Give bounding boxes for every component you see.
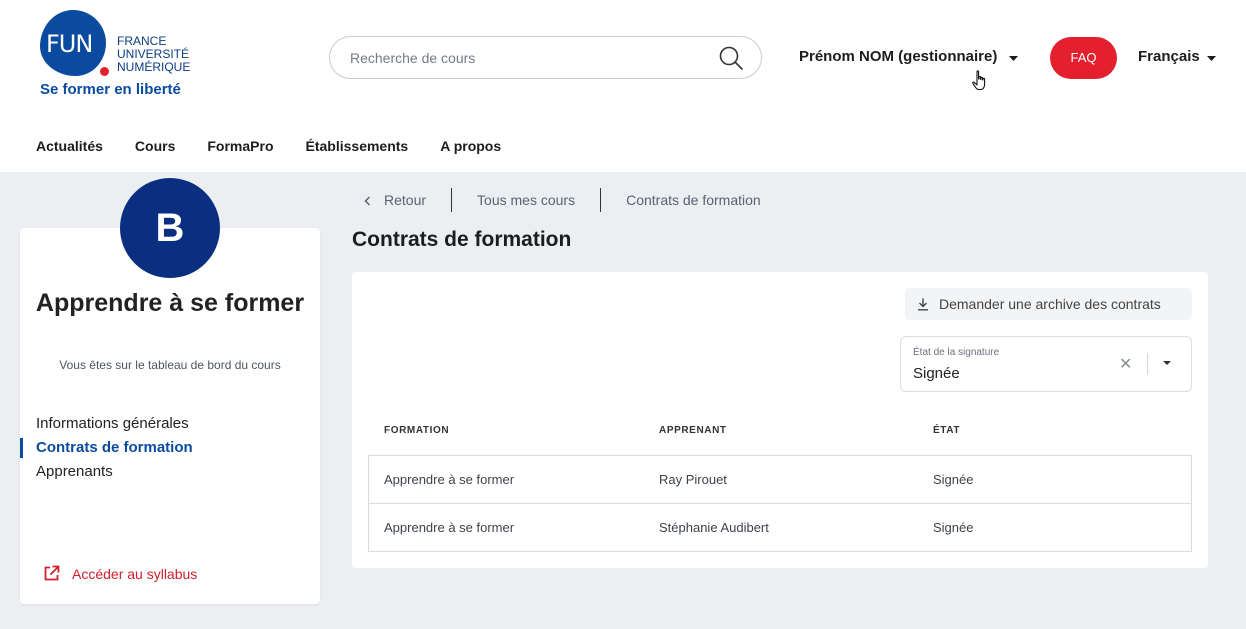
breadcrumb-back-label[interactable]: Retour bbox=[384, 192, 426, 208]
logo-dot bbox=[100, 67, 109, 76]
column-header: ÉTAT bbox=[933, 425, 961, 436]
column-header: APPRENANT bbox=[659, 425, 727, 436]
syllabus-link[interactable]: Accéder au syllabus bbox=[43, 565, 197, 582]
cell-etat: Signée bbox=[933, 472, 974, 487]
faq-button[interactable]: FAQ bbox=[1050, 37, 1117, 79]
column-header: FORMATION bbox=[384, 425, 450, 436]
course-sidebar-nav: Informations générales Contrats de forma… bbox=[20, 414, 320, 486]
select-divider bbox=[1147, 353, 1148, 375]
course-avatar: B bbox=[120, 178, 220, 278]
clear-icon[interactable]: ✕ bbox=[1119, 354, 1132, 374]
chevron-down-icon[interactable] bbox=[1009, 56, 1018, 61]
site-header: FUN France Université Numérique Se forme… bbox=[0, 0, 1246, 172]
archive-contracts-button[interactable]: Demander une archive des contrats bbox=[905, 288, 1192, 320]
select-value: Signée bbox=[913, 365, 960, 382]
nav-actualites[interactable]: Actualités bbox=[36, 138, 103, 154]
page-title: Contrats de formation bbox=[352, 228, 572, 251]
breadcrumb-current: Contrats de formation bbox=[626, 192, 761, 208]
course-subtitle: Vous êtes sur le tableau de bord du cour… bbox=[59, 358, 281, 372]
archive-button-label: Demander une archive des contrats bbox=[939, 296, 1161, 312]
search-box[interactable] bbox=[329, 36, 762, 79]
table-row[interactable]: Apprendre à se former Stéphanie Audibert… bbox=[369, 504, 1191, 552]
logo-mark: FUN bbox=[46, 30, 93, 58]
nav-cours[interactable]: Cours bbox=[135, 138, 175, 154]
course-title: Apprendre à se former bbox=[35, 289, 305, 317]
chevron-down-icon[interactable] bbox=[1163, 361, 1171, 365]
nav-etablissements[interactable]: Établissements bbox=[306, 138, 409, 154]
table-row[interactable]: Apprendre à se former Ray Pirouet Signée bbox=[369, 456, 1191, 504]
cell-apprenant: Ray Pirouet bbox=[659, 472, 727, 487]
cell-etat: Signée bbox=[933, 520, 974, 535]
chevron-left-icon bbox=[364, 196, 371, 206]
logo-words: France Université Numérique bbox=[117, 35, 190, 74]
nav-a-propos[interactable]: A propos bbox=[440, 138, 501, 154]
logo-tagline: Se former en liberté bbox=[40, 81, 181, 98]
language-selector[interactable]: Français bbox=[1138, 48, 1200, 65]
signature-state-select[interactable]: État de la signature Signée ✕ bbox=[900, 336, 1192, 392]
chevron-down-icon[interactable] bbox=[1207, 56, 1216, 61]
cell-apprenant: Stéphanie Audibert bbox=[659, 520, 769, 535]
hand-cursor-icon bbox=[972, 70, 986, 91]
cell-formation: Apprendre à se former bbox=[384, 520, 515, 535]
breadcrumb: Retour Tous mes cours Contrats de format… bbox=[364, 188, 786, 212]
nav-formapro[interactable]: FormaPro bbox=[207, 138, 273, 154]
breadcrumb-item: Contrats de formation bbox=[600, 188, 786, 212]
sidebar-item-apprenants[interactable]: Apprenants bbox=[20, 462, 320, 486]
fun-logo[interactable]: FUN France Université Numérique Se forme… bbox=[40, 10, 210, 102]
syllabus-label: Accéder au syllabus bbox=[72, 565, 198, 582]
sidebar-item-contrats[interactable]: Contrats de formation bbox=[20, 438, 320, 462]
sidebar-item-informations[interactable]: Informations générales bbox=[20, 414, 320, 438]
breadcrumb-item[interactable]: Tous mes cours bbox=[451, 188, 600, 212]
logo-line-3: Numérique bbox=[117, 60, 191, 74]
select-label: État de la signature bbox=[913, 347, 1000, 358]
main-nav: Actualités Cours FormaPro Établissements… bbox=[36, 138, 501, 154]
breadcrumb-back[interactable]: Retour bbox=[364, 188, 451, 212]
download-icon bbox=[918, 298, 928, 311]
external-link-icon bbox=[44, 565, 60, 581]
search-input[interactable] bbox=[350, 47, 710, 69]
search-icon[interactable] bbox=[718, 45, 744, 71]
contracts-table: Apprendre à se former Ray Pirouet Signée… bbox=[368, 455, 1192, 552]
breadcrumb-all-courses[interactable]: Tous mes cours bbox=[477, 192, 575, 208]
user-menu[interactable]: Prénom NOM (gestionnaire) bbox=[799, 48, 997, 65]
cell-formation: Apprendre à se former bbox=[384, 472, 515, 487]
